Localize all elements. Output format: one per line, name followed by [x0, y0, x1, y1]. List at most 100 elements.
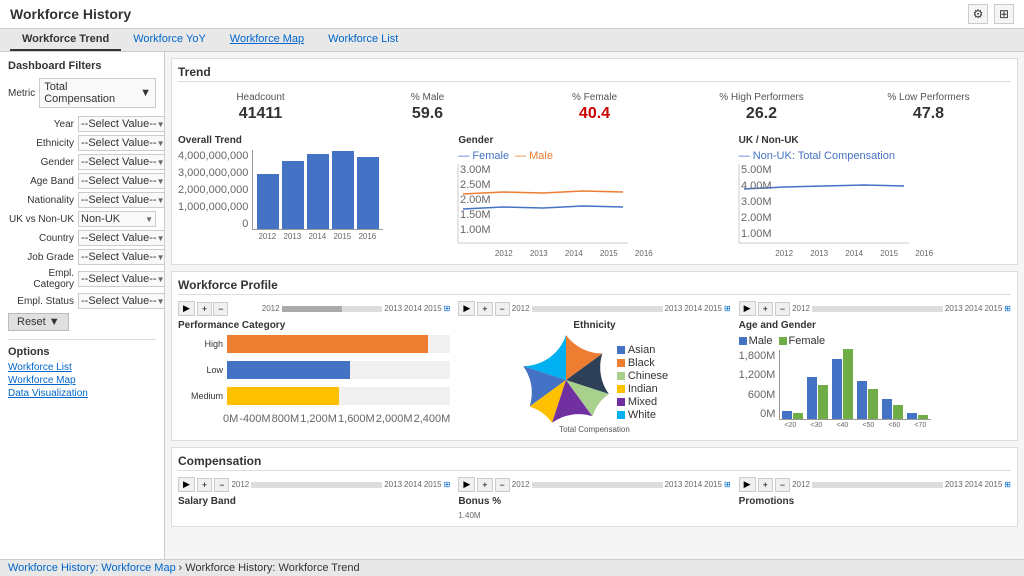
kpi-item-2: % Female 40.4 — [516, 92, 673, 123]
comp-plus-1[interactable]: + — [197, 478, 212, 492]
bar-2013 — [282, 161, 304, 229]
bonus-pct-chart: Bonus % 1.40M — [458, 496, 730, 520]
filter-select-4[interactable]: --Select Value-- ▼ — [78, 192, 165, 208]
filter-select-6[interactable]: --Select Value-- ▼ — [78, 230, 165, 246]
filter-label-4: Nationality — [8, 195, 78, 206]
option-link-1[interactable]: Workforce Map — [8, 375, 156, 386]
age-gender-title: Age and Gender — [739, 320, 1011, 331]
filter-select-8[interactable]: --Select Value-- ▼ — [78, 271, 165, 287]
filter-select-5[interactable]: Non-UK ▼ — [78, 211, 156, 227]
svg-text:1.00M: 1.00M — [741, 228, 772, 240]
comp-minus-1[interactable]: − — [214, 478, 229, 492]
bonus-pct-title: Bonus % — [458, 496, 730, 507]
comp-plus-3[interactable]: + — [758, 478, 773, 492]
main-layout: Dashboard Filters Metric Total Compensat… — [0, 52, 1024, 572]
tab-workforce-yoy[interactable]: Workforce YoY — [121, 29, 218, 51]
kpi-label-3: % High Performers — [683, 92, 840, 103]
svg-text:3.00M: 3.00M — [460, 164, 491, 176]
dashboard-filters-title: Dashboard Filters — [8, 60, 156, 72]
reset-button[interactable]: Reset ▼ — [8, 313, 69, 331]
gear-icon[interactable]: ⚙ — [968, 4, 988, 24]
filter-select-9[interactable]: --Select Value-- ▼ — [78, 293, 165, 309]
bar-chart — [252, 150, 383, 230]
grid-icon[interactable]: ⊞ — [994, 4, 1014, 24]
plus-btn-3[interactable]: + — [758, 302, 773, 316]
filter-select-7[interactable]: --Select Value-- ▼ — [78, 249, 165, 265]
comp-play-2[interactable]: ▶ — [458, 477, 475, 492]
option-link-0[interactable]: Workforce List — [8, 362, 156, 373]
compensation-section: Compensation ▶ + − 2012 2013 2014 2015 ⊞ — [171, 447, 1018, 527]
filter-row: Nationality --Select Value-- ▼ — [8, 192, 156, 208]
ethnicity-pie-svg — [521, 335, 611, 425]
filter-label-1: Ethnicity — [8, 138, 78, 149]
bar-2015 — [332, 151, 354, 229]
minus-btn-2[interactable]: − — [495, 302, 510, 316]
kpi-value-1: 59.6 — [349, 105, 506, 123]
metric-row: Metric Total Compensation ▼ — [8, 78, 156, 108]
filter-label-9: Empl. Status — [8, 296, 78, 307]
filter-row: Ethnicity --Select Value-- ▼ — [8, 135, 156, 151]
kpi-item-4: % Low Performers 47.8 — [850, 92, 1007, 123]
comp-plus-2[interactable]: + — [477, 478, 492, 492]
sidebar: Dashboard Filters Metric Total Compensat… — [0, 52, 165, 572]
dropdown-arrow-5: ▼ — [145, 215, 153, 224]
kpi-item-3: % High Performers 26.2 — [683, 92, 840, 123]
dropdown-arrow-3: ▼ — [157, 177, 165, 186]
svg-text:2.00M: 2.00M — [741, 212, 772, 224]
minus-btn-1[interactable]: − — [213, 302, 228, 316]
filter-select-2[interactable]: --Select Value-- ▼ — [78, 154, 165, 170]
uk-chart-labels: 2012 2013 2014 2015 2016 — [767, 249, 1011, 258]
filter-label-7: Job Grade — [8, 252, 78, 263]
uk-nonuk-svg: 5.00M 4.00M 3.00M 2.00M 1.00M — [739, 164, 909, 244]
kpi-value-2: 40.4 — [516, 105, 673, 123]
filter-label-5: UK vs Non-UK — [8, 214, 78, 225]
breadcrumb-current: Workforce History: Workforce Trend — [185, 562, 359, 574]
comp-minus-3[interactable]: − — [775, 478, 790, 492]
svg-text:5.00M: 5.00M — [741, 164, 772, 176]
kpi-value-0: 41411 — [182, 105, 339, 123]
comp-play-1[interactable]: ▶ — [178, 477, 195, 492]
filter-label-8: Empl. Category — [8, 268, 78, 290]
filter-label-3: Age Band — [8, 176, 78, 187]
comp-play-3[interactable]: ▶ — [739, 477, 756, 492]
svg-text:4.00M: 4.00M — [741, 180, 772, 192]
kpi-row: Headcount 41411 % Male 59.6 % Female 40.… — [178, 88, 1011, 127]
options-section: Options Workforce List Workforce Map Data … — [8, 339, 156, 399]
filter-row: Empl. Status --Select Value-- ▼ — [8, 293, 156, 309]
svg-text:1.50M: 1.50M — [460, 209, 491, 221]
filter-row: Country --Select Value-- ▼ — [8, 230, 156, 246]
play-btn-2[interactable]: ▶ — [458, 301, 475, 316]
tab-workforce-trend[interactable]: Workforce Trend — [10, 29, 121, 51]
play-btn-1[interactable]: ▶ — [178, 301, 195, 316]
bar-2016 — [357, 157, 379, 229]
overall-trend-chart: Overall Trend 4,000,000,0003,000,000,000… — [178, 135, 450, 258]
comp-minus-2[interactable]: − — [495, 478, 510, 492]
gender-line-svg: 3.00M 2.50M 2.00M 1.50M 1.00M — [458, 164, 628, 244]
trend-title: Trend — [178, 65, 1011, 82]
options-title: Options — [8, 346, 156, 358]
kpi-label-4: % Low Performers — [850, 92, 1007, 103]
bar-2014 — [307, 154, 329, 229]
trend-charts-row: Overall Trend 4,000,000,0003,000,000,000… — [178, 135, 1011, 258]
title-bar-icons: ⚙ ⊞ — [968, 4, 1014, 24]
profile-charts-row: Performance Category High Low — [178, 320, 1011, 434]
kpi-label-1: % Male — [349, 92, 506, 103]
breadcrumb-link-1[interactable]: Workforce History: Workforce Map — [8, 562, 176, 574]
filter-select-3[interactable]: --Select Value-- ▼ — [78, 173, 165, 189]
play-btn-3[interactable]: ▶ — [739, 301, 756, 316]
option-link-2[interactable]: Data Visualization — [8, 388, 156, 399]
metric-select[interactable]: Total Compensation ▼ — [39, 78, 156, 108]
metric-label: Metric — [8, 88, 35, 99]
filter-row: Job Grade --Select Value-- ▼ — [8, 249, 156, 265]
tab-workforce-list[interactable]: Workforce List — [316, 29, 410, 51]
tab-workforce-map[interactable]: Workforce Map — [218, 29, 316, 51]
content-area: Trend Headcount 41411 % Male 59.6 % Fema… — [165, 52, 1024, 572]
minus-btn-3[interactable]: − — [775, 302, 790, 316]
filter-select-0[interactable]: --Select Value-- ▼ — [78, 116, 165, 132]
kpi-value-3: 26.2 — [683, 105, 840, 123]
plus-btn-2[interactable]: + — [477, 302, 492, 316]
promotions-title: Promotions — [739, 496, 1011, 507]
filter-select-1[interactable]: --Select Value-- ▼ — [78, 135, 165, 151]
filter-row: Empl. Category --Select Value-- ▼ — [8, 268, 156, 290]
plus-btn-1[interactable]: + — [197, 302, 212, 316]
